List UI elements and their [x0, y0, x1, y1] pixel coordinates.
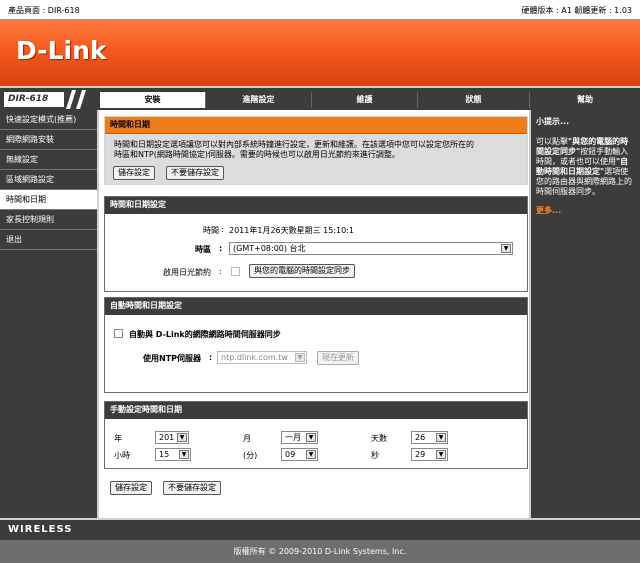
auto-config-section: 自動時間和日期設定 自動與 D-Link的網際網路時間伺服器同步 使用NTP伺服… [104, 297, 528, 393]
dst-checkbox[interactable] [231, 267, 240, 276]
hour-label: 小時 [114, 451, 130, 460]
minute-label: (分) [243, 451, 258, 460]
auto-sync-checkbox[interactable] [114, 329, 123, 338]
manual-config-title: 手動設定時間和日期 [105, 402, 527, 419]
dst-label: 啟用日光節約 [163, 268, 211, 277]
tab-setup[interactable]: 安裝 [100, 92, 206, 108]
intro-desc-2: 時區和NTP(網路時間協定)伺服器。需要的時候也可以啟用日光節約來進行調整。 [114, 150, 400, 159]
second-label: 秒 [371, 451, 379, 460]
model-label: DIR-618 [4, 92, 64, 107]
top-bar: 產品頁面 : DIR-618 硬體版本 : A1 韌體更新 : 1.03 [0, 0, 640, 20]
timezone-select[interactable]: (GMT+08:00) 台北 ▼ [229, 242, 513, 255]
sidebar-item-wireless[interactable]: 無線設定 [0, 150, 97, 170]
time-config-section: 時間和日期設定 時間 : 2011年1月26天數星期三 15:10:1 時區 :… [104, 196, 528, 292]
sidebar-item-lan[interactable]: 區域網路設定 [0, 170, 97, 190]
tab-row: DIR-618 安裝 進階設定 維護 狀態 幫助 [0, 86, 640, 110]
sidebar: 快速設定模式(推薦) 網際網路安裝 無線設定 區域網路設定 時間和日期 家長控制… [0, 110, 97, 518]
time-label: 時間 [203, 226, 219, 235]
tab-help[interactable]: 幫助 [530, 92, 640, 108]
sidebar-item-internet[interactable]: 網際網路安裝 [0, 130, 97, 150]
help-text: 可以點擊"與您的電腦的時間設定同步"按鈕手動輸入時間，或者也可以使用"自動時間和… [536, 137, 632, 196]
chevron-down-icon: ▼ [306, 433, 316, 442]
help-panel: 小提示... 可以點擊"與您的電腦的時間設定同步"按鈕手動輸入時間，或者也可以使… [531, 110, 640, 518]
sync-pc-time-button[interactable]: 與您的電腦的時間設定同步 [249, 264, 355, 278]
tab-maintenance[interactable]: 維護 [312, 92, 418, 108]
sidebar-item-logout[interactable]: 退出 [0, 230, 97, 250]
hour-select[interactable]: 15 ▼ [155, 448, 191, 461]
copyright: 版權所有 © 2009-2010 D-Link Systems, Inc. [0, 540, 640, 563]
update-now-button[interactable]: 現在更新 [317, 351, 359, 365]
main-tabs: 安裝 進階設定 維護 狀態 幫助 [100, 92, 640, 108]
manual-config-section: 手動設定時間和日期 年 201 ▼ 月 一月 ▼ 天數 26 ▼ 小時 15 ▼ (分)… [104, 401, 528, 469]
chevron-down-icon: ▼ [501, 244, 511, 253]
footer-bar: WIRELESS [0, 518, 640, 540]
sidebar-item-parental[interactable]: 家長控制規則 [0, 210, 97, 230]
tab-status[interactable]: 狀態 [418, 92, 530, 108]
time-config-title: 時間和日期設定 [105, 197, 527, 214]
chevron-down-icon: ▼ [306, 450, 316, 459]
dont-save-button-bottom[interactable]: 不要儲存設定 [163, 481, 221, 495]
timezone-label: 時區 [195, 245, 211, 254]
brand-banner: D-Link [0, 20, 640, 86]
year-select[interactable]: 201 ▼ [155, 431, 189, 444]
auto-sync-label: 自動與 D-Link的網際網路時間伺服器同步 [129, 330, 281, 339]
sidebar-item-time[interactable]: 時間和日期 [0, 190, 97, 210]
sidebar-item-wizard[interactable]: 快速設定模式(推薦) [0, 110, 97, 130]
help-title: 小提示... [536, 117, 570, 126]
chevron-down-icon: ▼ [179, 450, 189, 459]
intro-section: 時間和日期 時間和日期設定選項讓您可以對內部系統時鐘進行設定，更新和維護。在該選… [104, 116, 528, 185]
tab-advanced[interactable]: 進階設定 [206, 92, 312, 108]
version-label: 硬體版本 : A1 韌體更新 : 1.03 [521, 6, 632, 15]
chevron-down-icon: ▼ [436, 433, 446, 442]
save-button[interactable]: 儲存設定 [113, 166, 155, 180]
ntp-server-label: 使用NTP伺服器 [143, 354, 202, 363]
day-label: 天數 [371, 434, 387, 443]
intro-title: 時間和日期 [105, 117, 527, 134]
help-more-link[interactable]: 更多... [536, 205, 635, 216]
dlink-logo: D-Link [16, 36, 107, 65]
slash-decoration-icon [66, 90, 86, 109]
wireless-logo: WIRELESS [8, 524, 73, 535]
dont-save-button[interactable]: 不要儲存設定 [166, 166, 224, 180]
auto-config-title: 自動時間和日期設定 [105, 298, 527, 315]
time-value: 2011年1月26天數星期三 15:10:1 [229, 226, 355, 235]
month-label: 月 [243, 434, 251, 443]
chevron-down-icon: ▼ [436, 450, 446, 459]
chevron-down-icon: ▼ [295, 353, 305, 362]
year-label: 年 [114, 434, 122, 443]
save-button-bottom[interactable]: 儲存設定 [110, 481, 152, 495]
second-select[interactable]: 29 ▼ [411, 448, 448, 461]
chevron-down-icon: ▼ [177, 433, 187, 442]
day-select[interactable]: 26 ▼ [411, 431, 448, 444]
main-content: 時間和日期 時間和日期設定選項讓您可以對內部系統時鐘進行設定，更新和維護。在該選… [97, 110, 531, 518]
minute-select[interactable]: 09 ▼ [281, 448, 318, 461]
ntp-server-select[interactable]: ntp.dlink.com.tw ▼ [217, 351, 307, 364]
month-select[interactable]: 一月 ▼ [281, 431, 318, 444]
product-label: 產品頁面 : DIR-618 [8, 6, 80, 15]
